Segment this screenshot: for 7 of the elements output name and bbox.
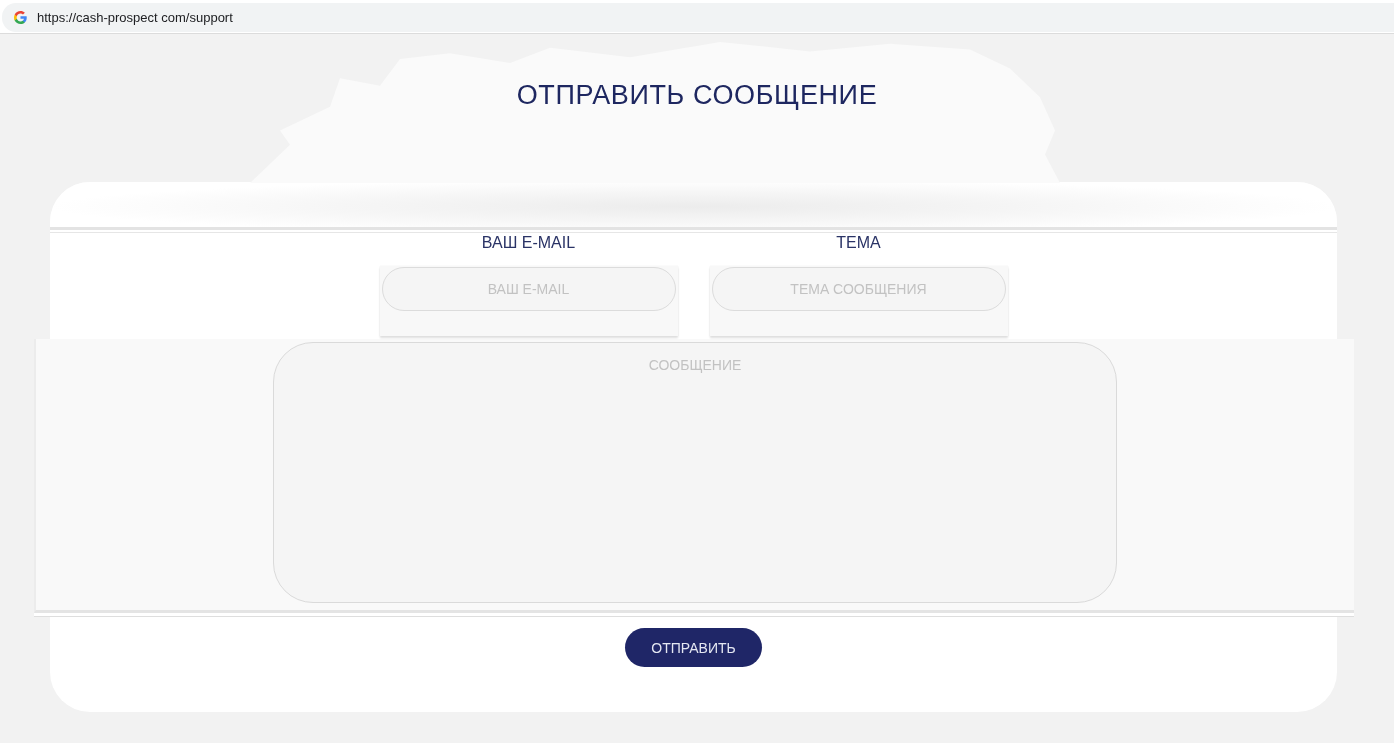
field-label: ТЕМА (836, 233, 881, 253)
submit-button[interactable]: ОТПРАВИТЬ (625, 628, 762, 667)
url-text: https://cash-prospect com/support (37, 10, 233, 25)
field-label: ВАШ E-MAIL (481, 233, 576, 253)
address-bar[interactable]: https://cash-prospect com/support (2, 3, 1394, 32)
multicolor-g-icon (14, 11, 27, 24)
page-title: ОТПРАВИТЬ СООБЩЕНИЕ (516, 79, 878, 112)
